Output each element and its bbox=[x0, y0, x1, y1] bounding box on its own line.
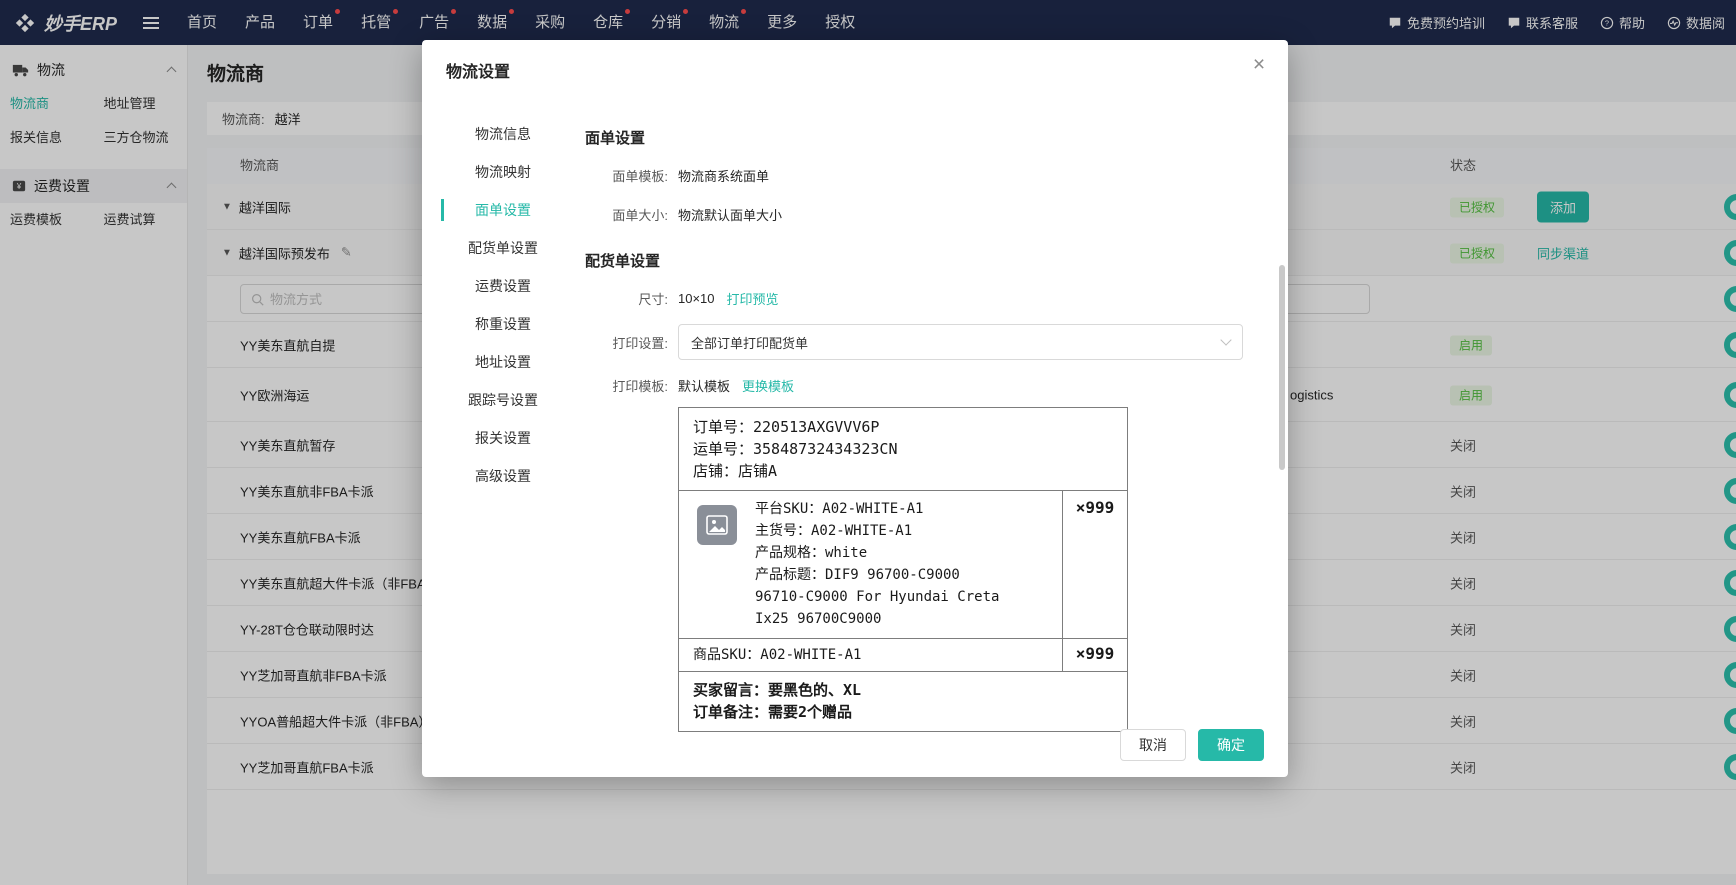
print-setting-row: 打印设置: 全部订单打印配货单 bbox=[585, 324, 1248, 360]
preview-quantity: ×999 bbox=[1062, 491, 1127, 638]
modal-tab-list: 物流信息 物流映射 面单设置 配货单设置 运费设置 称重设置 地址设置 跟踪号设… bbox=[441, 115, 565, 495]
preview-shop: 店铺：店铺A bbox=[693, 462, 778, 480]
print-setting-select[interactable]: 全部订单打印配货单 bbox=[678, 324, 1243, 360]
tab-tracking-number-settings[interactable]: 跟踪号设置 bbox=[441, 381, 565, 419]
tab-advanced-settings[interactable]: 高级设置 bbox=[441, 457, 565, 495]
cancel-button[interactable]: 取消 bbox=[1120, 729, 1186, 761]
field-label: 面单大小: bbox=[612, 208, 668, 223]
tab-customs-settings[interactable]: 报关设置 bbox=[441, 419, 565, 457]
face-sheet-size-row: 面单大小: 物流默认面单大小 bbox=[585, 205, 1248, 224]
print-preview-link[interactable]: 打印预览 bbox=[727, 289, 779, 308]
tab-face-sheet-settings[interactable]: 面单设置 bbox=[441, 191, 565, 229]
tab-freight-settings[interactable]: 运费设置 bbox=[441, 267, 565, 305]
change-template-link[interactable]: 更换模板 bbox=[742, 376, 794, 395]
picking-slip-preview: 订单号：220513AXGVVV6P 运单号：35848732434323CN … bbox=[678, 407, 1128, 732]
close-icon[interactable]: × bbox=[1244, 50, 1274, 80]
tab-logistics-mapping[interactable]: 物流映射 bbox=[441, 153, 565, 191]
tab-weighing-settings[interactable]: 称重设置 bbox=[441, 305, 565, 343]
app-page: 妙手ERP 首页 产品 订单 托管 广告 数据 采购 仓库 分销 物流 更多 授… bbox=[0, 0, 1736, 885]
modal-title: 物流设置 bbox=[446, 64, 511, 81]
tab-picking-slip-settings[interactable]: 配货单设置 bbox=[441, 229, 565, 267]
tab-logistics-info[interactable]: 物流信息 bbox=[441, 115, 565, 153]
confirm-button[interactable]: 确定 bbox=[1198, 729, 1264, 761]
modal-scrollbar-thumb[interactable] bbox=[1279, 265, 1285, 470]
preview-buyer-note: 买家留言：要黑色的、XL bbox=[693, 681, 862, 699]
chevron-down-icon bbox=[1220, 334, 1232, 346]
preview-waybill-no: 运单号：35848732434323CN bbox=[693, 440, 898, 458]
picking-size-row: 尺寸: 10×10 打印预览 bbox=[585, 289, 1248, 308]
tab-address-settings[interactable]: 地址设置 bbox=[441, 343, 565, 381]
field-value: 物流默认面单大小 bbox=[678, 208, 783, 223]
product-image-placeholder-icon bbox=[697, 505, 737, 545]
print-template-row: 打印模板: 默认模板 更换模板 bbox=[585, 376, 1248, 395]
preview-order-note: 订单备注：需要2个赠品 bbox=[693, 703, 853, 721]
modal-content: 面单设置 面单模板: 物流商系统面单 面单大小: 物流默认面单大小 配货单设置 … bbox=[585, 115, 1248, 732]
section-heading-face-sheet: 面单设置 bbox=[585, 130, 646, 147]
preview-sku-quantity: ×999 bbox=[1062, 639, 1127, 671]
field-label: 打印模板: bbox=[612, 379, 668, 394]
face-sheet-template-row: 面单模板: 物流商系统面单 bbox=[585, 166, 1248, 185]
field-value: 物流商系统面单 bbox=[678, 169, 770, 184]
field-label: 打印设置: bbox=[612, 335, 668, 351]
preview-order-no: 订单号：220513AXGVVV6P bbox=[693, 418, 880, 436]
select-value: 全部订单打印配货单 bbox=[691, 335, 809, 351]
logistics-settings-modal: 物流设置 × 物流信息 物流映射 面单设置 配货单设置 运费设置 称重设置 地址… bbox=[422, 40, 1288, 777]
preview-sku-line: 商品SKU：A02-WHITE-A1 bbox=[693, 647, 862, 663]
field-value: 10×10 bbox=[678, 291, 715, 306]
field-label: 尺寸: bbox=[638, 292, 668, 307]
preview-product-lines: 平台SKU：A02-WHITE-A1 主货号：A02-WHITE-A1 产品规格… bbox=[755, 501, 1000, 627]
section-heading-picking-slip: 配货单设置 bbox=[585, 253, 661, 270]
modal-footer: 取消 确定 bbox=[1120, 729, 1264, 761]
field-value: 默认模板 bbox=[678, 379, 731, 394]
field-label: 面单模板: bbox=[612, 169, 668, 184]
